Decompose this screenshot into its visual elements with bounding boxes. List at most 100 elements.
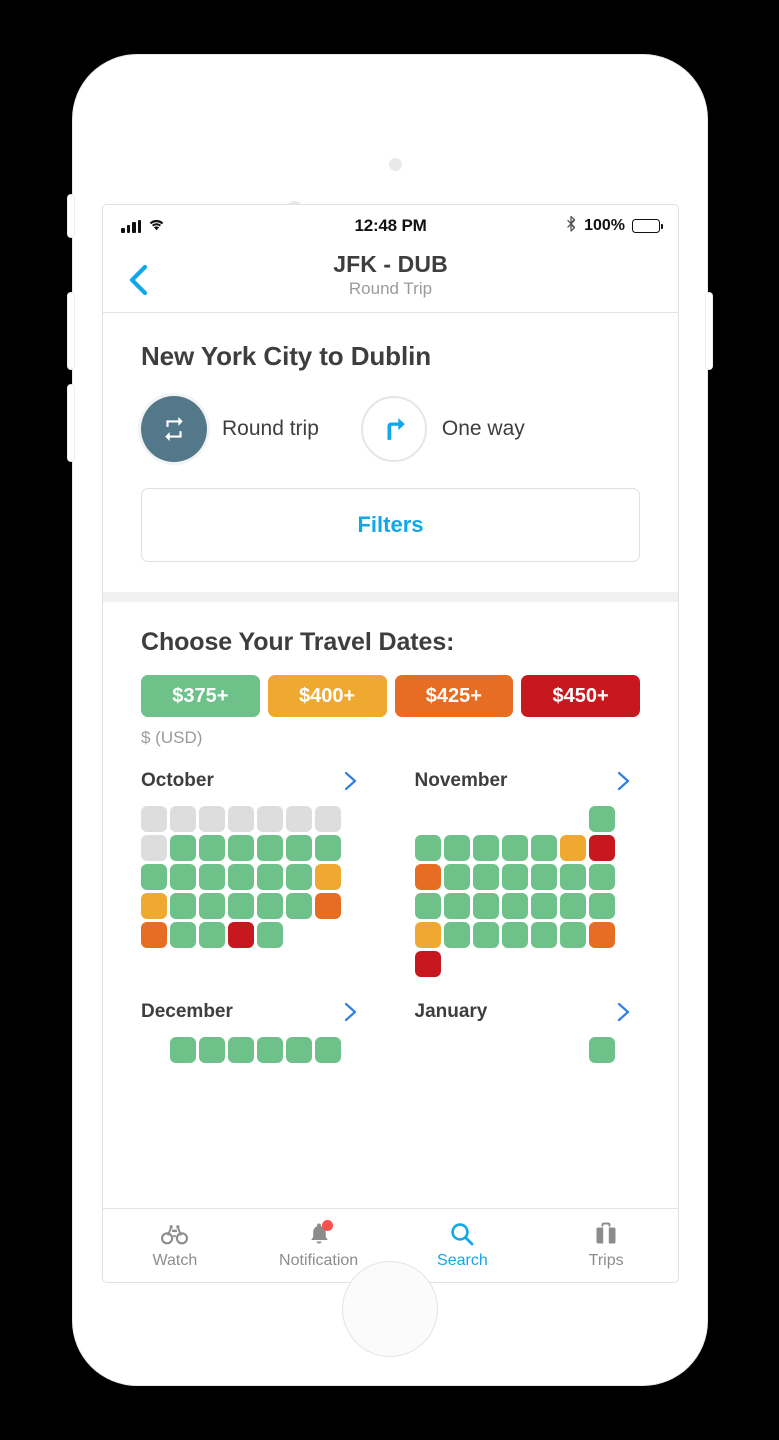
- day-cell[interactable]: [588, 835, 615, 861]
- day-cell[interactable]: [501, 835, 528, 861]
- home-button[interactable]: [342, 1261, 438, 1357]
- magnifier-icon: [450, 1221, 474, 1247]
- day-cell[interactable]: [257, 1037, 283, 1063]
- day-cell[interactable]: [472, 922, 499, 948]
- day-cell-empty: [473, 806, 499, 832]
- day-cell[interactable]: [472, 864, 499, 890]
- day-cell[interactable]: [170, 893, 196, 919]
- day-cell[interactable]: [170, 922, 196, 948]
- power-button[interactable]: [706, 293, 712, 369]
- day-cell[interactable]: [588, 864, 615, 890]
- price-legend-pill[interactable]: $450+: [521, 675, 640, 717]
- day-cell[interactable]: [443, 893, 470, 919]
- day-cell[interactable]: [257, 922, 283, 948]
- day-cell[interactable]: [414, 922, 441, 948]
- back-button[interactable]: [121, 263, 155, 297]
- day-cell[interactable]: [443, 835, 470, 861]
- day-cell[interactable]: [228, 864, 254, 890]
- price-legend-pill[interactable]: $400+: [267, 675, 387, 717]
- volume-down-button[interactable]: [68, 385, 74, 461]
- day-cell[interactable]: [414, 951, 441, 977]
- status-bar: 12:48 PM 100%: [103, 205, 678, 247]
- day-cell[interactable]: [588, 922, 615, 948]
- silent-switch[interactable]: [68, 195, 74, 237]
- day-cell[interactable]: [530, 864, 557, 890]
- tab-label: Notification: [279, 1252, 359, 1269]
- day-cell[interactable]: [501, 893, 528, 919]
- price-legend-pill[interactable]: $425+: [394, 675, 514, 717]
- day-cell[interactable]: [588, 1037, 615, 1063]
- day-cell[interactable]: [559, 864, 586, 890]
- day-cell[interactable]: [141, 922, 167, 948]
- tab-item-trips[interactable]: Trips: [534, 1209, 678, 1282]
- round-trip-option[interactable]: Round trip: [141, 396, 319, 462]
- day-cell[interactable]: [414, 893, 441, 919]
- day-cell[interactable]: [286, 835, 312, 861]
- day-cell[interactable]: [472, 893, 499, 919]
- day-cell-empty: [444, 1037, 470, 1063]
- chevron-right-icon[interactable]: [617, 771, 630, 791]
- day-cell[interactable]: [501, 864, 528, 890]
- day-cell[interactable]: [286, 893, 312, 919]
- day-cell[interactable]: [257, 893, 283, 919]
- day-cell[interactable]: [141, 864, 167, 890]
- day-cell[interactable]: [257, 864, 283, 890]
- currency-note: $ (USD): [141, 728, 203, 747]
- chevron-right-icon[interactable]: [344, 771, 357, 791]
- day-cell[interactable]: [530, 922, 557, 948]
- day-cell[interactable]: [501, 922, 528, 948]
- day-cell[interactable]: [199, 835, 225, 861]
- day-cell[interactable]: [559, 922, 586, 948]
- day-cell-empty: [502, 806, 528, 832]
- day-cell[interactable]: [257, 835, 283, 861]
- day-cell[interactable]: [315, 1037, 341, 1063]
- volume-up-button[interactable]: [68, 293, 74, 369]
- price-legend-pill[interactable]: $375+: [141, 675, 260, 717]
- day-cell-empty: [531, 1037, 557, 1063]
- day-cell[interactable]: [286, 864, 312, 890]
- day-cell[interactable]: [228, 1037, 254, 1063]
- day-cell[interactable]: [315, 864, 341, 890]
- day-cell[interactable]: [228, 893, 254, 919]
- day-cell[interactable]: [315, 835, 341, 861]
- day-cell[interactable]: [286, 1037, 312, 1063]
- day-cell[interactable]: [199, 922, 225, 948]
- day-cell[interactable]: [170, 835, 196, 861]
- one-way-option[interactable]: One way: [360, 396, 525, 462]
- chevron-right-icon[interactable]: [617, 1002, 630, 1022]
- tab-item-watch[interactable]: Watch: [103, 1209, 247, 1282]
- day-cell-empty: [560, 1037, 586, 1063]
- filters-button[interactable]: Filters: [141, 488, 640, 562]
- day-cell[interactable]: [170, 1037, 196, 1063]
- day-cell[interactable]: [443, 864, 470, 890]
- day-cell[interactable]: [199, 864, 225, 890]
- day-cell[interactable]: [472, 835, 499, 861]
- day-cell-empty: [502, 1037, 528, 1063]
- section-divider: [103, 592, 678, 602]
- chevron-right-icon[interactable]: [344, 1002, 357, 1022]
- day-cell[interactable]: [530, 893, 557, 919]
- day-cell[interactable]: [228, 835, 254, 861]
- day-cell[interactable]: [228, 922, 254, 948]
- day-grid: [141, 1037, 367, 1063]
- screen-content: New York City to Dublin Round trip One w…: [103, 313, 678, 1282]
- day-cell[interactable]: [443, 922, 470, 948]
- notification-badge-dot: [321, 1220, 333, 1231]
- day-cell[interactable]: [414, 864, 441, 890]
- wifi-icon: [148, 216, 165, 236]
- day-cell[interactable]: [588, 806, 615, 832]
- day-cell[interactable]: [199, 893, 225, 919]
- day-cell[interactable]: [414, 835, 441, 861]
- status-bar-time: 12:48 PM: [354, 216, 427, 235]
- phone-screen: 12:48 PM 100% JFK - DUB Round Trip New Y…: [102, 204, 679, 1283]
- day-cell[interactable]: [559, 893, 586, 919]
- day-cell[interactable]: [199, 1037, 225, 1063]
- day-cell[interactable]: [559, 835, 586, 861]
- day-cell[interactable]: [588, 893, 615, 919]
- day-cell[interactable]: [530, 835, 557, 861]
- day-cell[interactable]: [141, 893, 167, 919]
- day-cell[interactable]: [315, 893, 341, 919]
- price-legend: $375+ $400+ $425+ $450+: [141, 675, 640, 717]
- day-cell[interactable]: [170, 864, 196, 890]
- repeat-icon: [141, 396, 207, 462]
